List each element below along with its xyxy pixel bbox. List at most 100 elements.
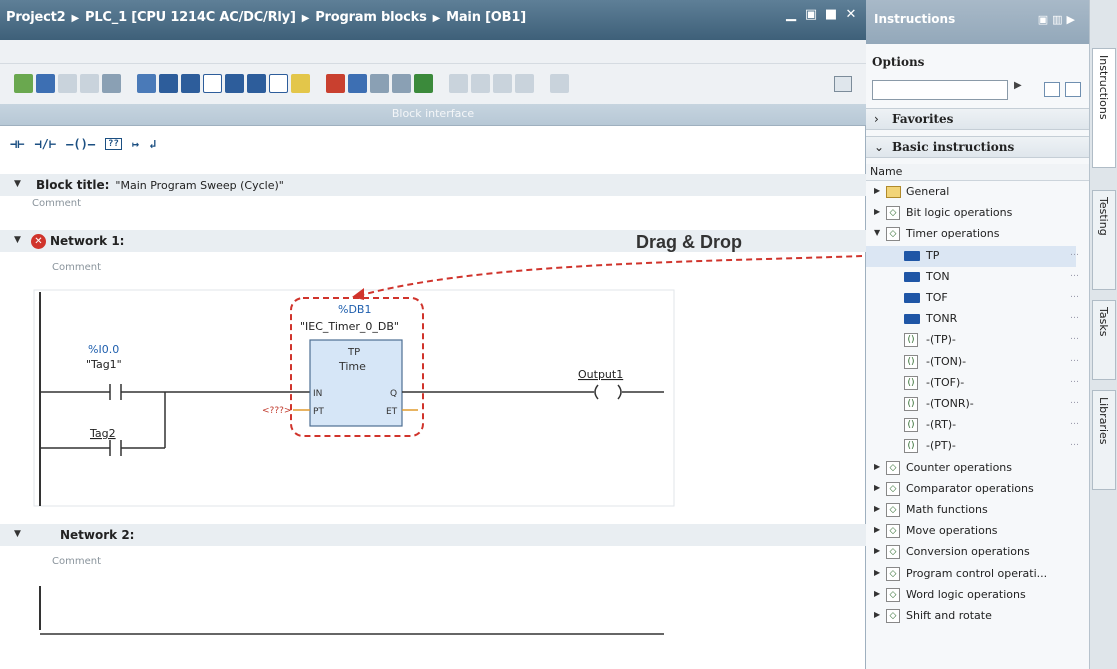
more-options-icon[interactable]: … <box>1070 311 1079 321</box>
instruction-tree-item[interactable]: ▶ ◇ Math functions <box>866 500 1076 521</box>
instruction-tree-item[interactable]: () -(PT)-… <box>866 436 1079 457</box>
timer-db-address: %DB1 <box>338 303 371 316</box>
instruction-tree-item[interactable]: ▶ ◇ Comparator operations <box>866 479 1076 500</box>
instruction-tree-label: Counter operations <box>906 460 1012 474</box>
instruction-tree-label: Move operations <box>906 524 998 538</box>
favorites-section[interactable]: › Favorites <box>866 108 1089 130</box>
pin-pt-label: PT <box>313 407 324 417</box>
expand-right-icon[interactable]: ▶ <box>874 610 880 619</box>
shift-rotate-icon: ◇ <box>886 609 900 623</box>
tab-libraries[interactable]: Libraries <box>1092 390 1116 490</box>
more-options-icon[interactable]: … <box>1070 417 1079 427</box>
instruction-tree-item[interactable]: () -(TON)-… <box>866 352 1079 373</box>
instruction-tree-item[interactable]: ▶ ◇ Move operations <box>866 521 1076 542</box>
instruction-tree-item[interactable]: ▶ ◇ Conversion operations <box>866 542 1076 563</box>
list-view-icon[interactable] <box>1065 82 1081 97</box>
instruction-tree-item[interactable]: () -(TOF)-… <box>866 373 1079 394</box>
expand-right-icon[interactable]: ▶ <box>874 462 880 471</box>
instruction-tree-item[interactable]: () -(TP)- … <box>866 330 1079 351</box>
timer-box-icon <box>904 314 920 325</box>
expand-right-icon[interactable]: ▶ <box>874 568 880 577</box>
more-options-icon[interactable]: … <box>1070 290 1079 300</box>
tab-tasks-label: Tasks <box>1097 307 1110 337</box>
more-options-icon[interactable]: … <box>1070 248 1079 258</box>
tree-view-icon[interactable] <box>1044 82 1060 97</box>
contact2-tag[interactable]: Tag2 <box>89 427 116 440</box>
instruction-tree-item[interactable]: ▼ ◇ Timer operations <box>866 224 1076 245</box>
tab-tasks[interactable]: Tasks <box>1092 300 1116 380</box>
program-control-icon: ◇ <box>886 566 900 581</box>
pin-in-label: IN <box>313 389 322 399</box>
more-options-icon[interactable]: … <box>1070 269 1079 279</box>
coil-icon: () <box>904 333 918 348</box>
coil-output1-right[interactable] <box>617 384 622 400</box>
expand-right-icon[interactable]: ▶ <box>874 589 880 598</box>
expand-down-icon[interactable]: ▼ <box>874 228 880 237</box>
instruction-tree-item[interactable]: () -(RT)-… <box>866 415 1079 436</box>
panel-controls-icon[interactable]: ▣▥▶ <box>1038 13 1079 26</box>
basic-instructions-label: Basic instructions <box>892 140 1015 154</box>
coil-output1[interactable] <box>594 384 599 400</box>
expand-right-icon[interactable]: ▶ <box>874 186 880 195</box>
more-options-icon[interactable]: … <box>1070 375 1079 385</box>
expand-right-icon[interactable]: ▶ <box>874 525 880 534</box>
drag-drop-annotation: Drag & Drop <box>636 232 743 252</box>
more-options-icon[interactable]: … <box>1070 438 1079 448</box>
instruction-tree-item[interactable]: ▶ ◇ Program control operati... <box>866 564 1076 585</box>
timer-db-name[interactable]: "IEC_Timer_0_DB" <box>300 320 399 333</box>
pt-placeholder[interactable]: <???> <box>262 406 291 416</box>
name-header-label: Name <box>870 165 903 178</box>
coil-output1-tag[interactable]: Output1 <box>578 368 623 381</box>
instruction-tree-item[interactable]: TP … <box>866 245 1079 267</box>
instruction-tree-item[interactable]: TON… <box>866 267 1079 288</box>
pin-q-label: Q <box>390 389 397 399</box>
timer-type: TP <box>347 347 360 358</box>
instruction-tree-label: -(PT)- <box>926 439 956 453</box>
instruction-tree-label: -(TP)- <box>926 333 956 347</box>
instruction-tree-label: Conversion operations <box>906 545 1030 559</box>
instruction-tree-label: Comparator operations <box>906 481 1034 495</box>
tab-testing[interactable]: Testing <box>1092 190 1116 290</box>
coil-icon: () <box>904 354 918 369</box>
instruction-tree-item[interactable]: ▶ ◇ Counter operations <box>866 458 1076 479</box>
tab-instructions[interactable]: Instructions <box>1092 48 1116 168</box>
chevron-right-icon[interactable]: ▶ <box>1014 80 1022 91</box>
instruction-tree-label: Word logic operations <box>906 587 1026 601</box>
favorites-label: Favorites <box>892 112 954 126</box>
bit-logic-icon: ◇ <box>886 206 900 221</box>
more-options-icon[interactable]: … <box>1070 354 1079 364</box>
options-search-input[interactable] <box>872 80 1008 100</box>
instruction-tree-item[interactable]: ▶ ◇ Bit logic operations <box>866 203 1076 224</box>
coil-icon: () <box>904 397 918 411</box>
tab-testing-label: Testing <box>1097 197 1110 236</box>
more-options-icon[interactable]: … <box>1070 396 1079 406</box>
instruction-tree-label: Math functions <box>906 503 988 516</box>
instruction-tree-label: Bit logic operations <box>906 206 1013 220</box>
instruction-tree-item[interactable]: () -(TONR)-… <box>866 394 1079 415</box>
timer-datatype[interactable]: Time <box>338 360 366 373</box>
name-column-header[interactable]: Name <box>866 164 1089 181</box>
instruction-tree-item[interactable]: ▶ ◇ Word logic operations <box>866 585 1076 606</box>
instruction-tree-item[interactable]: TONR… <box>866 309 1079 330</box>
instruction-tree-item[interactable]: ▶ ◇ Shift and rotate <box>866 606 1076 627</box>
expand-right-icon[interactable]: ▶ <box>874 207 880 216</box>
pin-et-label: ET <box>386 407 398 417</box>
instruction-tree-label: TOF <box>926 291 948 304</box>
timer-box-icon <box>904 271 920 282</box>
tab-libraries-label: Libraries <box>1097 397 1110 445</box>
instruction-tree-label: Timer operations <box>906 227 1000 241</box>
timer-icon: ◇ <box>886 227 900 242</box>
expand-right-icon[interactable]: ▶ <box>874 504 880 513</box>
instruction-tree-label: TP <box>926 248 940 262</box>
word-logic-icon: ◇ <box>886 587 900 602</box>
basic-instructions-section[interactable]: ⌄ Basic instructions <box>866 136 1089 158</box>
contact1-address: %I0.0 <box>88 343 119 356</box>
instruction-tree-label: General <box>906 185 950 198</box>
chevron-down-icon: ⌄ <box>874 140 885 154</box>
contact1-tag[interactable]: "Tag1" <box>86 358 122 371</box>
instruction-tree-item[interactable]: ▶ General <box>866 182 1076 203</box>
instruction-tree-item[interactable]: TOF … <box>866 288 1079 309</box>
more-options-icon[interactable]: … <box>1070 332 1079 342</box>
expand-right-icon[interactable]: ▶ <box>874 483 880 492</box>
expand-right-icon[interactable]: ▶ <box>874 546 880 555</box>
